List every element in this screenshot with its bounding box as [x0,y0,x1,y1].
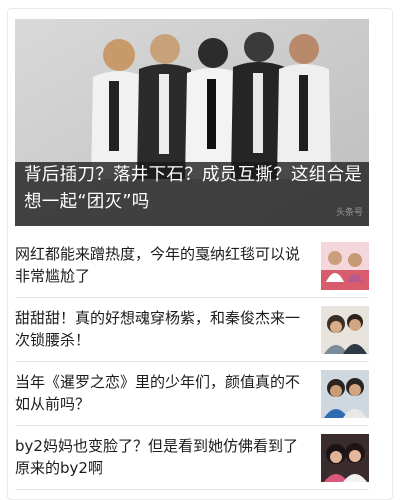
article-list: 网红都能来蹭热度，今年的戛纳红毯可以说非常尴尬了 甜甜甜！真的好想魂穿杨紫，和秦… [15,234,369,490]
list-item[interactable]: 网红都能来蹭热度，今年的戛纳红毯可以说非常尴尬了 [15,234,369,298]
photo-thumbnail-icon[interactable] [321,306,369,354]
list-item[interactable]: 当年《暹罗之恋》里的少年们，颜值真的不如从前吗？ [15,362,369,426]
list-item[interactable]: 甜甜甜！真的好想魂穿杨紫，和秦俊杰来一次锁腰杀！ [15,298,369,362]
watermark: 头条号 [335,208,363,218]
photo-thumbnail-icon[interactable] [321,434,369,482]
article-title[interactable]: 网红都能来蹭热度，今年的戛纳红毯可以说非常尴尬了 [15,243,311,287]
photo-thumbnail-icon[interactable] [321,370,369,418]
list-item[interactable]: by2妈妈也变脸了？但是看到她仿佛看到了原来的by2啊 [15,426,369,490]
featured-title[interactable]: 背后插刀？落井下石？成员互撕？这组合是想一起“团灭”吗 [24,162,364,216]
article-title[interactable]: 当年《暹罗之恋》里的少年们，颜值真的不如从前吗？ [15,371,311,415]
photo-thumbnail-icon[interactable] [321,242,369,290]
featured-article[interactable]: 背后插刀？落井下石？成员互撕？这组合是想一起“团灭”吗 头条号 [15,19,369,226]
article-title[interactable]: 甜甜甜！真的好想魂穿杨紫，和秦俊杰来一次锁腰杀！ [15,307,311,351]
article-title[interactable]: by2妈妈也变脸了？但是看到她仿佛看到了原来的by2啊 [15,435,311,479]
